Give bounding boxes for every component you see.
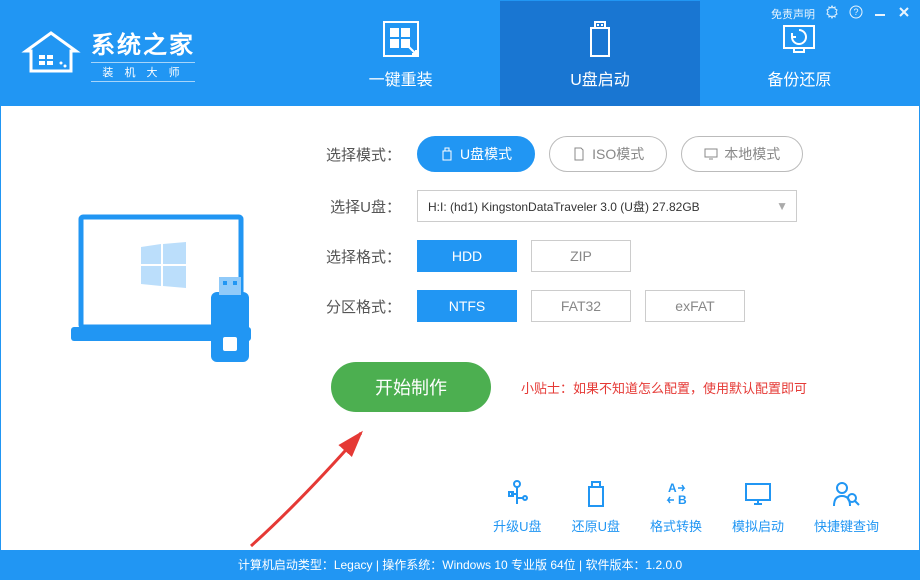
close-button[interactable]	[897, 5, 911, 22]
svg-text:A: A	[668, 481, 677, 495]
usb-small-icon	[440, 147, 454, 161]
tab-label: 备份还原	[767, 66, 831, 90]
format-zip-button[interactable]: ZIP	[531, 240, 631, 272]
usb-upgrade-icon	[501, 478, 533, 510]
monitor-boot-icon	[742, 478, 774, 510]
mode-label-text: ISO模式	[592, 144, 644, 164]
tool-label: 格式转换	[650, 516, 702, 535]
logo-house-icon	[21, 31, 81, 76]
format-hdd-button[interactable]: HDD	[417, 240, 517, 272]
file-icon	[572, 147, 586, 161]
mode-iso-button[interactable]: ISO模式	[549, 136, 667, 172]
tab-usb-boot[interactable]: U盘启动	[500, 1, 699, 106]
tab-label: U盘启动	[570, 66, 630, 90]
illustration	[41, 136, 301, 458]
settings-icon[interactable]	[825, 5, 839, 22]
tool-restore-usb[interactable]: 还原U盘	[572, 478, 620, 535]
udisk-select[interactable]: H:I: (hd1) KingstonDataTraveler 3.0 (U盘)…	[417, 190, 797, 222]
tool-upgrade-usb[interactable]: 升级U盘	[493, 478, 541, 535]
laptop-usb-illustration	[61, 197, 281, 397]
format-label: 选择格式：	[321, 246, 401, 267]
tool-label: 模拟启动	[732, 516, 784, 535]
backup-restore-icon	[778, 18, 820, 60]
logo-title: 系统之家	[91, 25, 195, 60]
logo-subtitle: 装 机 大 师	[91, 62, 195, 82]
udisk-label: 选择U盘：	[321, 196, 401, 217]
tool-format-convert[interactable]: AB 格式转换	[650, 478, 702, 535]
mode-label: 选择模式：	[321, 144, 401, 165]
svg-text:B: B	[678, 493, 687, 507]
udisk-value: H:I: (hd1) KingstonDataTraveler 3.0 (U盘)…	[428, 198, 700, 215]
bottom-toolbar: 升级U盘 还原U盘 AB 格式转换 模拟启动 快捷键查询	[1, 468, 919, 550]
usb-drive-icon	[579, 18, 621, 60]
partition-fat32-button[interactable]: FAT32	[531, 290, 631, 322]
convert-icon: AB	[660, 478, 692, 510]
chevron-down-icon: ▼	[776, 199, 788, 213]
svg-text:?: ?	[853, 7, 858, 17]
logo-area: 系统之家 装 机 大 师	[21, 25, 301, 82]
main-content: 选择模式： U盘模式 ISO模式 本地模式 选择U盘： H:I: (hd1) K…	[1, 106, 919, 468]
windows-install-icon	[380, 18, 422, 60]
monitor-icon	[704, 147, 718, 161]
mode-usb-button[interactable]: U盘模式	[417, 136, 535, 172]
start-button[interactable]: 开始制作	[331, 362, 491, 412]
mode-label-text: 本地模式	[724, 144, 780, 164]
tool-label: 还原U盘	[572, 516, 620, 535]
partition-exfat-button[interactable]: exFAT	[645, 290, 745, 322]
partition-ntfs-button[interactable]: NTFS	[417, 290, 517, 322]
person-search-icon	[830, 478, 862, 510]
tab-reinstall[interactable]: 一键重装	[301, 1, 500, 106]
tool-hotkey-lookup[interactable]: 快捷键查询	[814, 478, 879, 535]
mode-local-button[interactable]: 本地模式	[681, 136, 803, 172]
tool-label: 升级U盘	[493, 516, 541, 535]
partition-label: 分区格式：	[321, 296, 401, 317]
tip-text: 小贴士：如果不知道怎么配置，使用默认配置即可	[521, 378, 807, 397]
form-area: 选择模式： U盘模式 ISO模式 本地模式 选择U盘： H:I: (hd1) K…	[301, 136, 879, 458]
tool-label: 快捷键查询	[814, 516, 879, 535]
tab-label: 一键重装	[369, 66, 433, 90]
window-controls: 免责声明 ?	[771, 5, 911, 22]
status-bar: 计算机启动类型：Legacy | 操作系统：Windows 10 专业版 64位…	[1, 550, 919, 579]
disclaimer-link[interactable]: 免责声明	[771, 6, 815, 22]
usb-restore-icon	[580, 478, 612, 510]
header: 系统之家 装 机 大 师 一键重装	[1, 1, 919, 106]
help-icon[interactable]: ?	[849, 5, 863, 22]
mode-label-text: U盘模式	[460, 144, 512, 164]
tool-simulate-boot[interactable]: 模拟启动	[732, 478, 784, 535]
minimize-button[interactable]	[873, 5, 887, 22]
